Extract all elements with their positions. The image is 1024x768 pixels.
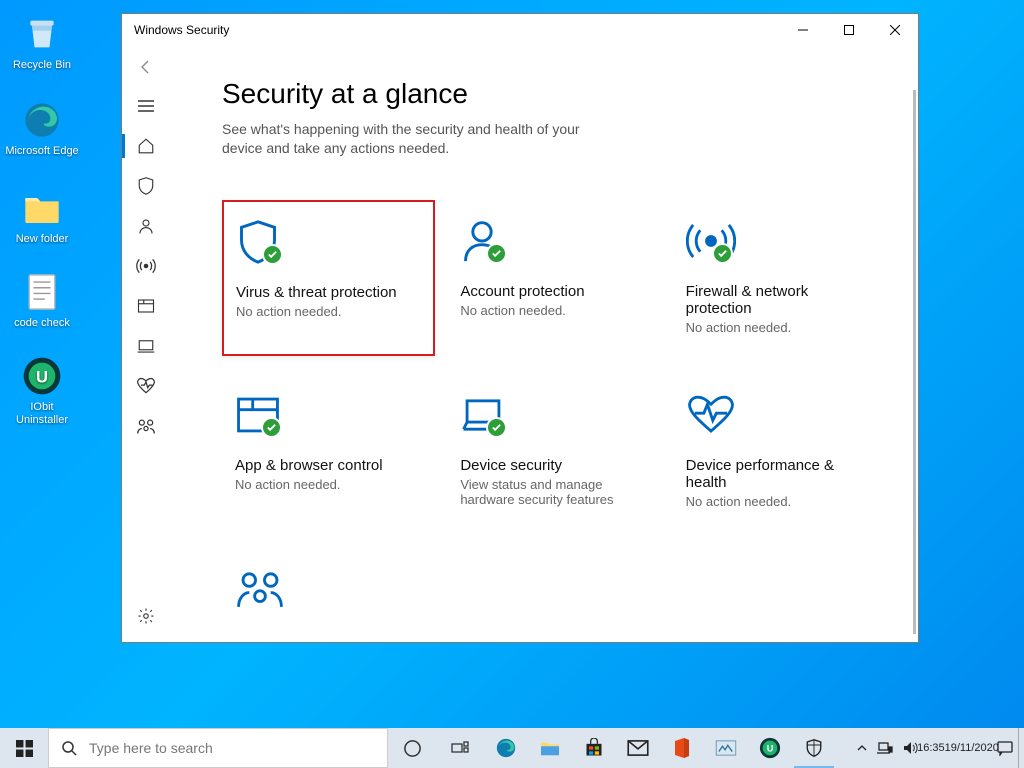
start-button[interactable] <box>0 728 48 768</box>
page-subheading: See what's happening with the security a… <box>222 120 622 158</box>
desktop-icon-recycle-bin[interactable]: Recycle Bin <box>4 12 80 72</box>
desktop-icon-code-check[interactable]: code check <box>4 270 80 330</box>
card-desc: No action needed. <box>236 304 421 319</box>
card-account-protection[interactable]: Account protection No action needed. <box>447 200 660 356</box>
checkmark-icon <box>262 244 283 265</box>
card-title: Device performance & health <box>686 457 873 491</box>
laptop-icon <box>460 391 647 439</box>
family-icon <box>235 565 422 613</box>
desktop-icon-new-folder[interactable]: New folder <box>4 186 80 246</box>
desktop-icon-edge[interactable]: Microsoft Edge <box>4 98 80 158</box>
taskbar-windows-security[interactable] <box>792 728 836 768</box>
content-area: Security at a glance See what's happenin… <box>170 46 918 642</box>
taskbar: Type here to search U 16:35 19/11/2020 <box>0 728 1024 768</box>
recycle-bin-icon <box>20 12 64 56</box>
taskbar-mail[interactable] <box>616 728 660 768</box>
search-placeholder: Type here to search <box>89 740 213 756</box>
card-family-options[interactable] <box>222 548 435 642</box>
taskbar-store[interactable] <box>572 728 616 768</box>
card-title: App & browser control <box>235 457 422 474</box>
hamburger-icon[interactable] <box>122 86 170 126</box>
cortana-button[interactable] <box>388 728 436 768</box>
svg-text:U: U <box>767 744 774 754</box>
cards-grid: Virus & threat protection No action need… <box>222 200 886 642</box>
folder-icon <box>20 186 64 230</box>
card-device-security[interactable]: Device security View status and manage h… <box>447 374 660 530</box>
tray-notifications-icon[interactable] <box>992 728 1018 768</box>
desktop: Recycle Bin Microsoft Edge New folder co… <box>0 0 1024 768</box>
titlebar[interactable]: Windows Security <box>122 14 918 46</box>
taskbar-explorer[interactable] <box>528 728 572 768</box>
page-heading: Security at a glance <box>222 78 886 110</box>
desktop-icon-iobit[interactable]: U IObit Uninstaller <box>4 354 80 427</box>
taskbar-iobit[interactable]: U <box>748 728 792 768</box>
window-title: Windows Security <box>134 23 229 37</box>
minimize-button[interactable] <box>780 14 826 46</box>
back-icon[interactable] <box>122 48 170 86</box>
card-desc: No action needed. <box>235 477 422 492</box>
edge-icon <box>20 98 64 142</box>
nav-firewall-icon[interactable] <box>122 246 170 286</box>
tray-overflow-icon[interactable] <box>852 728 872 768</box>
nav-app-browser-icon[interactable] <box>122 286 170 326</box>
iobit-icon: U <box>20 354 64 398</box>
card-desc: No action needed. <box>686 320 873 335</box>
card-app-browser[interactable]: App & browser control No action needed. <box>222 374 435 530</box>
taskbar-app-1[interactable] <box>704 728 748 768</box>
card-desc: View status and manage hardware security… <box>460 477 647 507</box>
search-icon <box>61 740 77 756</box>
shield-icon <box>236 218 421 266</box>
nav-settings-icon[interactable] <box>122 596 170 636</box>
taskbar-apps: U <box>484 728 836 768</box>
close-button[interactable] <box>872 14 918 46</box>
checkmark-icon <box>486 243 507 264</box>
checkmark-icon <box>486 417 507 438</box>
taskbar-edge[interactable] <box>484 728 528 768</box>
nav-device-security-icon[interactable] <box>122 326 170 366</box>
system-tray: 16:35 19/11/2020 <box>852 728 1024 768</box>
card-firewall[interactable]: Firewall & network protection No action … <box>673 200 886 356</box>
account-icon <box>460 217 647 265</box>
firewall-icon <box>686 217 873 265</box>
tray-clock[interactable]: 16:35 19/11/2020 <box>924 728 992 768</box>
text-file-icon <box>20 270 64 314</box>
task-view-button[interactable] <box>436 728 484 768</box>
checkmark-icon <box>261 417 282 438</box>
card-desc: No action needed. <box>686 494 873 509</box>
search-box[interactable]: Type here to search <box>48 728 388 768</box>
card-title: Device security <box>460 457 647 474</box>
window-windows-security: Windows Security Security <box>121 13 919 643</box>
maximize-button[interactable] <box>826 14 872 46</box>
heart-icon <box>686 391 873 439</box>
nav-account-icon[interactable] <box>122 206 170 246</box>
card-title: Firewall & network protection <box>686 283 873 317</box>
card-virus-threat-protection[interactable]: Virus & threat protection No action need… <box>222 200 435 356</box>
browser-icon <box>235 391 422 439</box>
checkmark-icon <box>712 243 733 264</box>
card-title: Account protection <box>460 283 647 300</box>
show-desktop-button[interactable] <box>1018 728 1024 768</box>
card-title: Virus & threat protection <box>236 284 421 301</box>
tray-network-icon[interactable] <box>872 728 898 768</box>
card-device-performance[interactable]: Device performance & health No action ne… <box>673 374 886 530</box>
sidebar <box>122 46 170 642</box>
nav-virus-icon[interactable] <box>122 166 170 206</box>
scrollbar[interactable] <box>913 90 916 634</box>
card-desc: No action needed. <box>460 303 647 318</box>
svg-text:U: U <box>36 368 48 387</box>
nav-home-icon[interactable] <box>122 126 170 166</box>
nav-device-health-icon[interactable] <box>122 366 170 406</box>
taskbar-office[interactable] <box>660 728 704 768</box>
nav-family-icon[interactable] <box>122 406 170 446</box>
